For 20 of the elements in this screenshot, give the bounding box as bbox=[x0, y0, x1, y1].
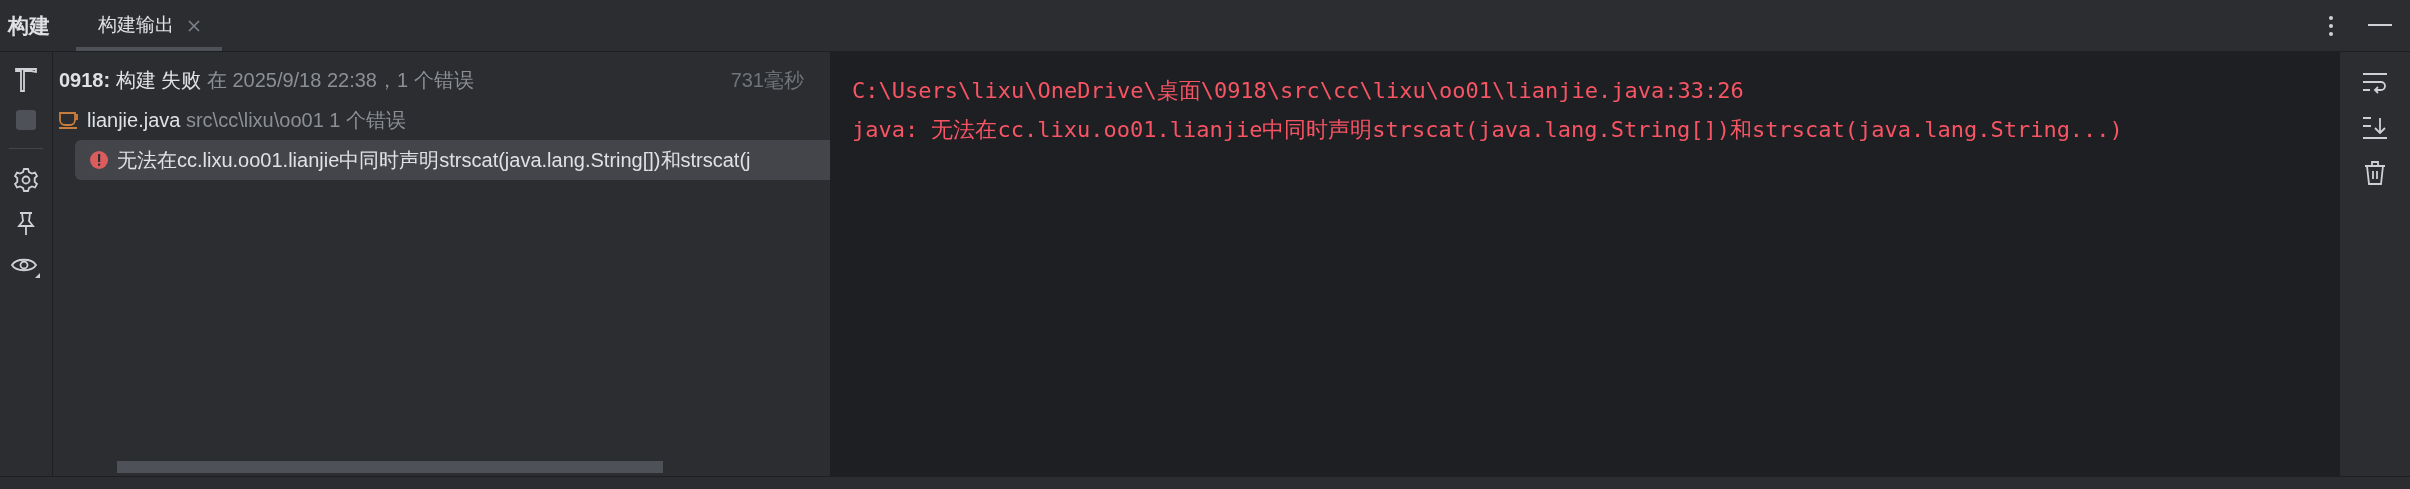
console-line: C:\Users\lixu\OneDrive\桌面\0918\src\cc\lixu\oo01\lianjie.java:33:26 bbox=[852, 77, 1744, 105]
tab[interactable]: 构建输出 bbox=[76, 0, 222, 51]
trash-icon[interactable] bbox=[2364, 160, 2386, 186]
pin-icon[interactable] bbox=[16, 211, 36, 237]
build-summary[interactable]: 0918: 构建 失败 在 2025/9/18 22:38，1 个错误 bbox=[59, 65, 474, 95]
coffee-cup-icon bbox=[59, 111, 79, 129]
build-duration: 731毫秒 bbox=[730, 68, 804, 93]
close-icon[interactable] bbox=[188, 19, 200, 32]
console-line: java: 无法在cc.lixu.oo01.lianjie中同时声明strscat(java.lang.String[])和strscat(java.lang.String...) bbox=[852, 116, 2123, 144]
settings-icon[interactable] bbox=[13, 167, 39, 193]
panel-title: 构建 bbox=[8, 12, 51, 39]
error-tree-item[interactable]: 无法在cc.lixu.oo01.lianjie中同时声明strscat(java.lang.String[])和strscat(j bbox=[75, 140, 830, 180]
horizontal-scrollbar[interactable] bbox=[117, 461, 663, 473]
more-icon[interactable] bbox=[2328, 14, 2334, 37]
minimize-icon[interactable] bbox=[2368, 24, 2392, 27]
scroll-to-end-icon[interactable] bbox=[2362, 116, 2388, 140]
error-icon bbox=[89, 150, 109, 170]
hammer-icon[interactable] bbox=[14, 66, 38, 92]
file-tree-item[interactable]: lianjie.java src\cc\lixu\oo01 1 个错误 bbox=[87, 105, 407, 135]
soft-wrap-icon[interactable] bbox=[2362, 72, 2388, 96]
